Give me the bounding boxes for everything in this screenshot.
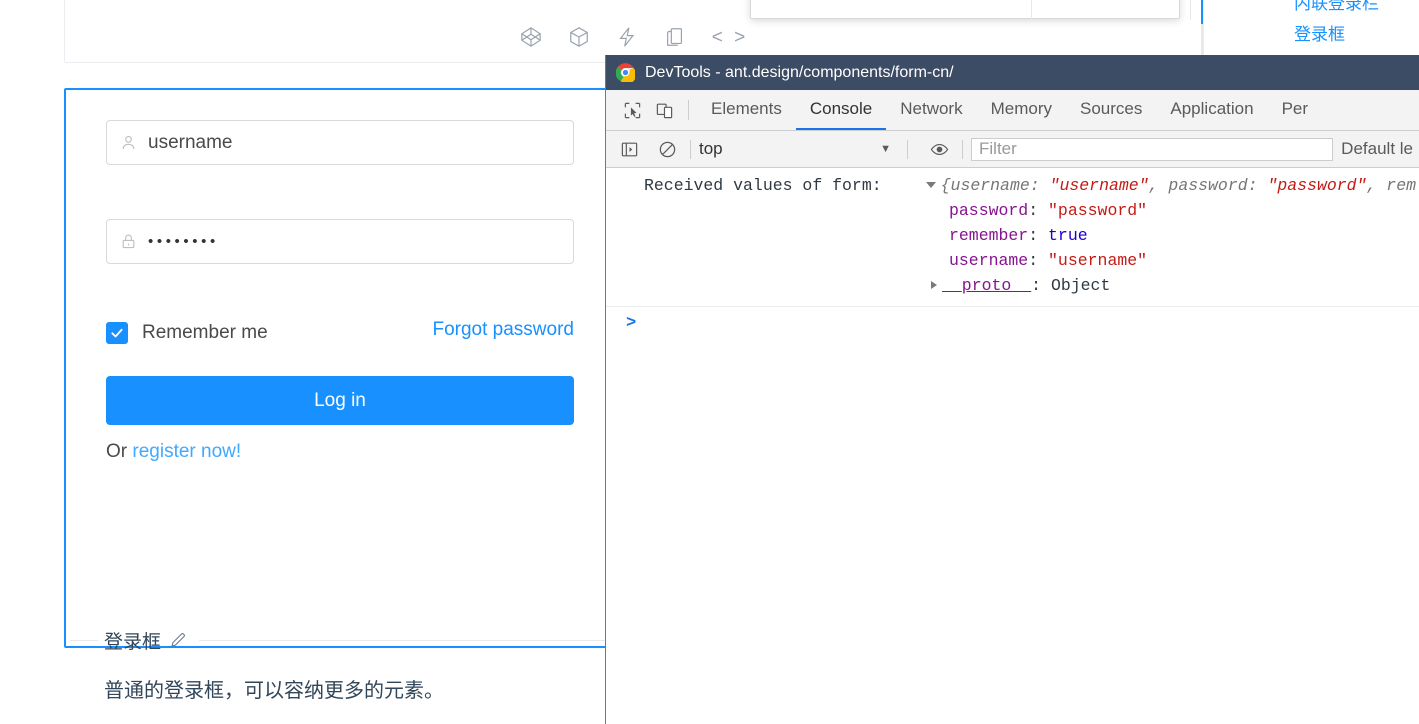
console-filter-input[interactable] bbox=[979, 139, 1326, 159]
remember-me-label: Remember me bbox=[142, 322, 268, 343]
thunderbolt-icon[interactable] bbox=[616, 26, 638, 48]
preview-key-username: username bbox=[950, 176, 1030, 195]
copy-icon[interactable] bbox=[664, 26, 686, 48]
tab-console[interactable]: Console bbox=[795, 90, 887, 130]
console-filter-field[interactable] bbox=[971, 137, 1334, 161]
devtools-tab-list: Elements Console Network Memory Sources … bbox=[697, 90, 1322, 130]
codebox-title: 登录框 bbox=[104, 631, 162, 653]
anchor-link-login-box[interactable]: 登录框 bbox=[1294, 20, 1345, 45]
codepen-icon[interactable] bbox=[520, 26, 542, 48]
object-property-password: password: "password" bbox=[949, 201, 1148, 220]
tab-performance[interactable]: Per bbox=[1268, 90, 1322, 130]
login-submit-button[interactable]: Log in bbox=[106, 376, 574, 425]
devtools-titlebar[interactable]: DevTools - ant.design/components/form-cn… bbox=[606, 55, 1419, 90]
clear-console-icon[interactable] bbox=[652, 134, 682, 164]
login-options-row: Remember me Forgot password bbox=[106, 318, 574, 348]
codesandbox-icon[interactable] bbox=[568, 26, 590, 48]
object-property-username: username: "username" bbox=[949, 251, 1148, 270]
tooltip-popup bbox=[750, 0, 1180, 20]
remember-me-checkbox[interactable] bbox=[106, 322, 128, 344]
proto-expand-triangle[interactable] bbox=[931, 281, 937, 289]
check-icon bbox=[111, 328, 123, 338]
preview-value-username: "username" bbox=[1049, 176, 1149, 195]
console-log-level-selector[interactable]: Default le bbox=[1341, 139, 1419, 159]
register-row: Or register now! bbox=[106, 441, 574, 463]
preview-key-remember-truncated: rem bbox=[1386, 176, 1417, 195]
property-value: Object bbox=[1050, 276, 1111, 295]
object-property-remember: remember: true bbox=[949, 226, 1088, 245]
username-input[interactable] bbox=[148, 131, 562, 154]
console-toolbar-divider-3 bbox=[962, 139, 963, 159]
chevron-down-icon: ▼ bbox=[880, 143, 891, 155]
property-key: __proto__ bbox=[942, 276, 1032, 295]
lock-icon bbox=[118, 232, 138, 252]
device-toolbar-icon[interactable] bbox=[648, 90, 680, 130]
preview-key-password: password bbox=[1168, 176, 1248, 195]
toolbar-divider bbox=[688, 100, 689, 120]
property-key: username bbox=[949, 251, 1029, 270]
anchor-rail-active-marker bbox=[1201, 0, 1203, 24]
screen-root: < > 内联登录栏 登录框 username •••••••• Remember… bbox=[0, 0, 1419, 724]
password-input-wrapper[interactable]: •••••••• bbox=[106, 219, 574, 264]
register-now-link[interactable]: register now! bbox=[132, 441, 241, 462]
devtools-window: DevTools - ant.design/components/form-cn… bbox=[605, 55, 1419, 724]
console-toolbar-divider-1 bbox=[690, 139, 691, 159]
live-expression-eye-icon[interactable] bbox=[924, 134, 954, 164]
property-value: "username" bbox=[1048, 251, 1148, 270]
tab-sources[interactable]: Sources bbox=[1066, 90, 1156, 130]
username-input-wrapper[interactable] bbox=[106, 120, 574, 165]
user-icon bbox=[118, 133, 138, 153]
console-input-prompt[interactable]: > bbox=[606, 307, 1419, 340]
console-context-selector[interactable]: top ▼ bbox=[699, 139, 899, 159]
property-key: remember bbox=[949, 226, 1029, 245]
or-prefix-text: Or bbox=[106, 441, 133, 462]
code-brackets-icon[interactable]: < > bbox=[712, 28, 748, 47]
popup-divider bbox=[1031, 0, 1032, 20]
preview-value-password: "password" bbox=[1267, 176, 1367, 195]
devtools-tabbar: Elements Console Network Memory Sources … bbox=[606, 90, 1419, 131]
console-message-first-line: Received values of form: {username: "user… bbox=[644, 176, 1417, 195]
property-value: "password" bbox=[1048, 201, 1148, 220]
inspect-element-icon[interactable] bbox=[616, 90, 648, 130]
tab-application[interactable]: Application bbox=[1156, 90, 1267, 130]
tab-memory[interactable]: Memory bbox=[977, 90, 1066, 130]
console-context-value: top bbox=[699, 139, 723, 158]
forgot-password-link[interactable]: Forgot password bbox=[432, 319, 574, 341]
edit-pencil-icon[interactable] bbox=[169, 631, 187, 649]
login-form: •••••••• Remember me Forgot password Log… bbox=[106, 120, 574, 463]
devtools-window-title: DevTools - ant.design/components/form-cn… bbox=[645, 63, 954, 81]
tab-elements[interactable]: Elements bbox=[697, 90, 796, 130]
object-expand-triangle[interactable] bbox=[925, 182, 936, 188]
chrome-logo-icon bbox=[616, 63, 635, 82]
page-anchor-nav: 内联登录栏 登录框 bbox=[1201, 0, 1419, 56]
console-output-area: Received values of form: { username: "user… bbox=[606, 168, 1419, 724]
tab-network[interactable]: Network bbox=[886, 90, 976, 130]
anchor-link-inline-login-bar[interactable]: 内联登录栏 bbox=[1294, 0, 1379, 14]
console-toolbar-divider-2 bbox=[907, 139, 908, 159]
preview-open-brace: { bbox=[940, 176, 951, 195]
console-message-group: Received values of form: { username: "user… bbox=[606, 168, 1419, 307]
console-sidebar-icon[interactable] bbox=[614, 134, 644, 164]
console-toolbar: top ▼ Default le bbox=[606, 131, 1419, 168]
object-property-proto: __proto__: Object bbox=[606, 273, 1419, 298]
property-value: true bbox=[1048, 226, 1088, 245]
content-right-divider bbox=[1190, 0, 1191, 20]
password-masked-value: •••••••• bbox=[148, 233, 219, 250]
field-spacer bbox=[106, 165, 574, 219]
property-key: password bbox=[949, 201, 1029, 220]
console-message-label: Received values of form: bbox=[644, 176, 882, 195]
